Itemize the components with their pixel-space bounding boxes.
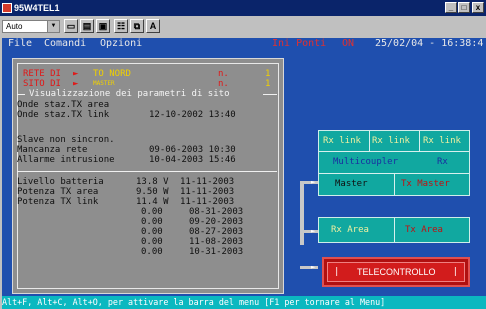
status-text: Alt+F, Alt+C, Alt+O, per attivare la bar…: [2, 297, 386, 307]
font-button[interactable]: A: [146, 19, 160, 33]
on-indicator: ON: [342, 38, 355, 49]
properties-icon[interactable]: ☷: [114, 19, 128, 33]
measure-date: 11-11-2003: [180, 187, 235, 197]
connector-top: [300, 181, 318, 184]
sito-n: 1: [265, 79, 271, 89]
onde-area-label: Onde staz.TX area: [17, 100, 110, 110]
tx-master-label: Tx Master: [401, 179, 450, 189]
onde-link-date: 12-10-2002 13:40: [149, 110, 236, 120]
fullscreen-icon[interactable]: ▣: [96, 19, 110, 33]
section-title: Visualizzazione dei parametri di sito: [27, 89, 232, 99]
rx-link-3: Rx link: [423, 136, 461, 146]
measure-label: Potenza TX area: [17, 187, 99, 197]
menu-file[interactable]: File: [8, 38, 32, 50]
rete-arrow: ►: [73, 69, 79, 79]
datetime: 25/02/04 - 16:38:4: [375, 38, 484, 49]
connector-mid: [300, 230, 318, 233]
window-title: 95W4TEL1: [14, 3, 60, 13]
menu-opzioni[interactable]: Opzioni: [100, 38, 142, 50]
rete-value: TO NORD: [93, 69, 131, 79]
measure-value: 0.00: [141, 217, 163, 227]
copy-icon[interactable]: ▭: [64, 19, 78, 33]
terminal-screen: File Comandi Opzioni Ini Ponti ON 25/02/…: [2, 38, 486, 309]
background-icon[interactable]: ⧉: [130, 19, 144, 33]
telecontrollo-label: TELECONTROLLO: [357, 267, 436, 277]
menu-comandi[interactable]: Comandi: [44, 38, 86, 50]
divider-measures: [17, 171, 277, 172]
divider: [319, 151, 469, 152]
allarme-date: 10-04-2003 15:46: [149, 155, 236, 165]
font-size-value: Auto: [6, 22, 23, 31]
sito-n-label: n.: [218, 79, 229, 89]
telecontrollo-button[interactable]: | TELECONTROLLO |: [322, 257, 470, 287]
measure-value: 9.50 W: [136, 187, 169, 197]
font-size-select[interactable]: Auto ▼: [2, 20, 60, 33]
rete-n: 1: [265, 69, 271, 79]
measure-date: 11-11-2003: [180, 197, 235, 207]
master-label: Master: [335, 179, 368, 189]
app-icon: [2, 3, 12, 13]
rx-link-2: Rx link: [372, 136, 410, 146]
divider-left: [17, 94, 25, 95]
toolbar: Auto ▼ ▭ ▤ ▣ ☷ ⧉ A: [0, 16, 486, 38]
maximize-button[interactable]: □: [458, 2, 470, 13]
measure-date: 10-31-2003: [189, 247, 244, 257]
minimize-button[interactable]: _: [445, 2, 457, 13]
measure-value: 0.00: [141, 237, 163, 247]
measure-date: 08-27-2003: [189, 227, 244, 237]
rx-area-label: Rx Area: [331, 225, 369, 235]
connector-vertical: [300, 181, 304, 245]
measure-value: 0.00: [141, 227, 163, 237]
onde-link-label: Onde staz.TX link: [17, 110, 110, 120]
measure-label: Potenza TX link: [17, 197, 99, 207]
measure-label: Livello batteria: [17, 177, 104, 187]
application-window: 95W4TEL1 _ □ x Auto ▼ ▭ ▤ ▣ ☷ ⧉ A File C…: [0, 0, 486, 309]
measure-date: 11-08-2003: [189, 237, 244, 247]
divider-right: [263, 94, 277, 95]
measure-date: 08-31-2003: [189, 207, 244, 217]
rx-label: Rx: [437, 157, 448, 167]
measure-date: 11-11-2003: [180, 177, 235, 187]
measure-date: 09-20-2003: [189, 217, 244, 227]
site-parameters-panel: RETE DI ► TO NORD n. 1 SITO DI ► MASTER …: [12, 58, 284, 294]
arrow-right-icon: ►: [311, 263, 316, 271]
chevron-down-icon: ▼: [47, 21, 59, 32]
measure-value: 0.00: [141, 247, 163, 257]
tele-right-bar: |: [452, 267, 458, 277]
mancanza-label: Mancanza rete: [17, 145, 88, 155]
connector-bottom: [300, 266, 318, 269]
arrow-right-icon: ►: [311, 227, 316, 235]
allarme-label: Allarme intrusione: [17, 155, 115, 165]
mancanza-date: 09-06-2003 10:30: [149, 145, 236, 155]
paste-icon[interactable]: ▤: [80, 19, 94, 33]
sito-value: MASTER: [93, 80, 115, 87]
divider: [419, 131, 420, 151]
divider: [394, 218, 395, 242]
menu-bar: File Comandi Opzioni Ini Ponti ON 25/02/…: [2, 38, 486, 50]
close-button[interactable]: x: [472, 2, 484, 13]
arrow-right-icon: ►: [311, 178, 316, 186]
sito-label: SITO DI: [23, 79, 61, 89]
rete-label: RETE DI: [23, 69, 61, 79]
rete-n-label: n.: [218, 69, 229, 79]
measure-value: 0.00: [141, 207, 163, 217]
divider: [394, 173, 395, 195]
ini-ponti-label: Ini Ponti: [272, 38, 327, 49]
measure-value: 13.8 V: [136, 177, 169, 187]
multicoupler-label: Multicoupler: [333, 157, 399, 167]
rx-link-1: Rx link: [323, 136, 361, 146]
sito-arrow: ►: [73, 79, 79, 89]
area-block[interactable]: Rx Area Tx Area: [318, 217, 470, 243]
tx-area-label: Tx Area: [405, 225, 443, 235]
status-bar: Alt+F, Alt+C, Alt+O, per attivare la bar…: [2, 296, 486, 309]
master-block[interactable]: Rx link Rx link Rx link Multicoupler Rx …: [318, 130, 470, 196]
tele-left-bar: |: [334, 267, 340, 277]
divider: [369, 131, 370, 151]
measure-value: 11.4 W: [136, 197, 169, 207]
title-bar: 95W4TEL1 _ □ x: [0, 0, 486, 16]
slave-label: Slave non sincron.: [17, 135, 115, 145]
